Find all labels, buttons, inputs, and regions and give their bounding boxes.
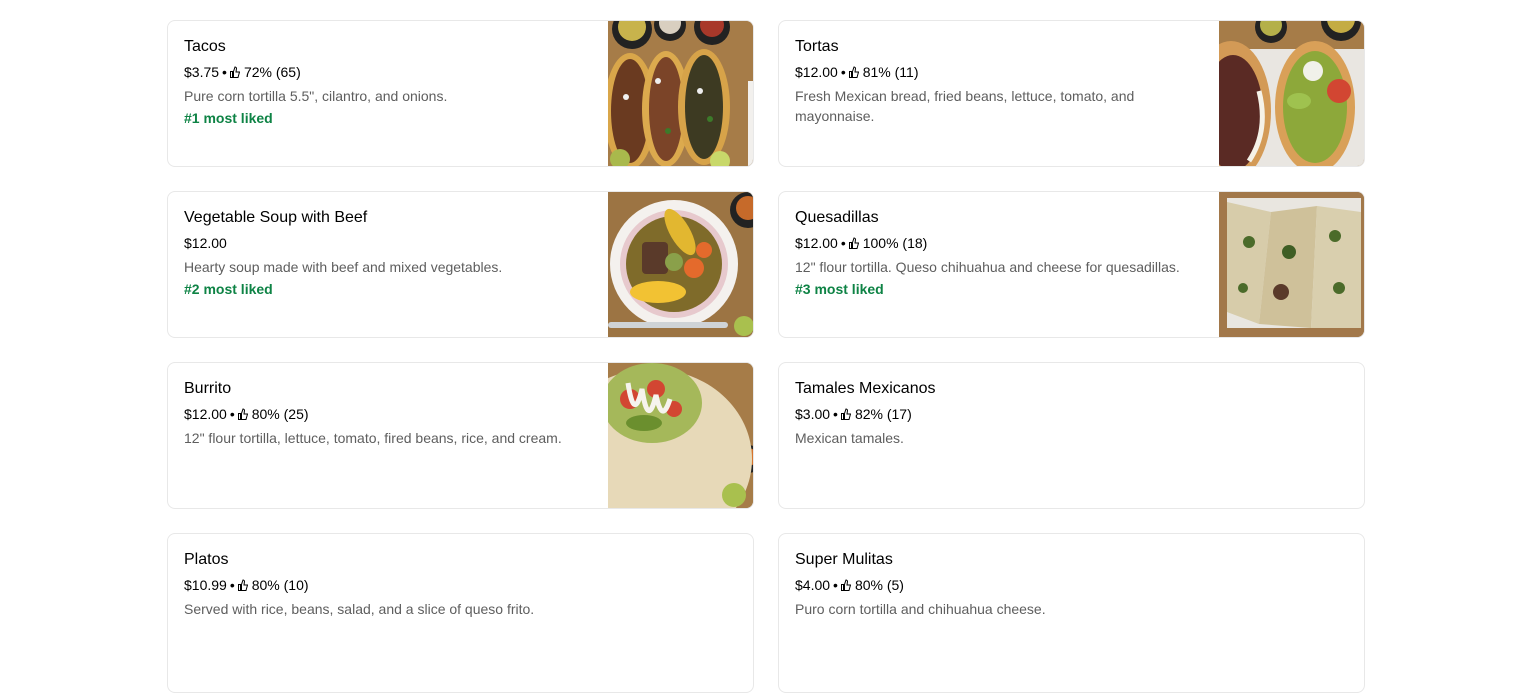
menu-item-meta: $3.75 • 72% (65) <box>184 63 592 81</box>
menu-item-photo <box>1219 192 1364 337</box>
menu-item-photo <box>608 192 753 337</box>
menu-item-description: Fresh Mexican bread, fried beans, lettuc… <box>795 88 1135 124</box>
most-liked-badge: #1 most liked <box>184 110 273 126</box>
menu-item-rating: 80% (5) <box>854 577 904 593</box>
menu-item-card[interactable]: Quesadillas $12.00 • 100% (18) 12" flour… <box>778 191 1365 338</box>
menu-item-meta: $12.00 <box>184 234 592 252</box>
menu-item-card[interactable]: Tacos $3.75 • 72% (65) Pure corn tortill… <box>167 20 754 167</box>
separator-dot: • <box>840 235 846 251</box>
menu-item-info: Tacos $3.75 • 72% (65) Pure corn tortill… <box>168 21 608 166</box>
separator-dot: • <box>840 64 846 80</box>
thumbs-up-icon <box>848 237 859 249</box>
menu-item-price: $10.99 <box>184 577 227 593</box>
menu-item-name: Platos <box>184 551 229 568</box>
menu-item-meta: $3.00 • 82% (17) <box>795 405 1348 423</box>
menu-item-info: Vegetable Soup with Beef $12.00 Hearty s… <box>168 192 608 337</box>
menu-item-description: Mexican tamales. <box>795 430 904 446</box>
menu-item-price: $4.00 <box>795 577 831 593</box>
menu-item-meta: $12.00 • 100% (18) <box>795 234 1203 252</box>
menu-item-rating: 81% (11) <box>862 64 919 80</box>
menu-item-info: Platos $10.99 • 80% (10) Served with ric… <box>168 534 753 692</box>
menu-item-card[interactable]: Vegetable Soup with Beef $12.00 Hearty s… <box>167 191 754 338</box>
menu-item-name: Quesadillas <box>795 209 879 226</box>
thumbs-up-icon <box>840 579 851 591</box>
menu-item-price: $12.00 <box>795 235 838 251</box>
menu-item-rating: 80% (10) <box>251 577 309 593</box>
menu-item-name: Tamales Mexicanos <box>795 380 936 397</box>
menu-item-description: 12" flour tortilla. Queso chihuahua and … <box>795 259 1180 275</box>
menu-item-name: Super Mulitas <box>795 551 893 568</box>
menu-item-info: Burrito $12.00 • 80% (25) 12" flour tort… <box>168 363 608 508</box>
menu-item-meta: $12.00 • 81% (11) <box>795 63 1203 81</box>
separator-dot: • <box>833 577 838 593</box>
menu-item-description: Puro corn tortilla and chihuahua cheese. <box>795 601 1046 617</box>
menu-item-info: Tamales Mexicanos $3.00 • 82% (17) Mexic… <box>779 363 1364 508</box>
menu-item-description: Served with rice, beans, salad, and a sl… <box>184 601 535 617</box>
separator-dot: • <box>229 406 235 422</box>
menu-item-description: Hearty soup made with beef and mixed veg… <box>184 259 503 275</box>
menu-item-name: Tortas <box>795 38 839 55</box>
menu-item-card[interactable]: Burrito $12.00 • 80% (25) 12" flour tort… <box>167 362 754 509</box>
menu-item-name: Vegetable Soup with Beef <box>184 209 368 226</box>
menu-item-description: Pure corn tortilla 5.5", cilantro, and o… <box>184 88 448 104</box>
menu-item-info: Super Mulitas $4.00 • 80% (5) Puro corn … <box>779 534 1364 692</box>
menu-item-photo <box>1219 21 1364 166</box>
menu-item-price: $3.75 <box>184 64 220 80</box>
menu-grid: Tacos $3.75 • 72% (65) Pure corn tortill… <box>167 20 1365 693</box>
menu-item-name: Tacos <box>184 38 226 55</box>
menu-item-info: Tortas $12.00 • 81% (11) Fresh Mexican b… <box>779 21 1219 166</box>
separator-dot: • <box>222 64 227 80</box>
menu-item-photo <box>608 21 753 166</box>
menu-item-rating: 72% (65) <box>243 64 301 80</box>
menu-item-meta: $12.00 • 80% (25) <box>184 405 592 423</box>
menu-item-card[interactable]: Tamales Mexicanos $3.00 • 82% (17) Mexic… <box>778 362 1365 509</box>
separator-dot: • <box>833 406 838 422</box>
most-liked-badge: #3 most liked <box>795 281 884 297</box>
menu-item-price: $12.00 <box>795 64 838 80</box>
thumbs-up-icon <box>237 579 248 591</box>
menu-item-meta: $4.00 • 80% (5) <box>795 576 1348 594</box>
menu-item-rating: 100% (18) <box>862 235 928 251</box>
menu-item-price: $12.00 <box>184 406 227 422</box>
separator-dot: • <box>229 577 235 593</box>
thumbs-up-icon <box>229 66 240 78</box>
menu-item-name: Burrito <box>184 380 232 397</box>
menu-item-photo <box>608 363 753 508</box>
most-liked-badge: #2 most liked <box>184 281 273 297</box>
menu-item-card[interactable]: Platos $10.99 • 80% (10) Served with ric… <box>167 533 754 693</box>
thumbs-up-icon <box>237 408 248 420</box>
menu-item-card[interactable]: Tortas $12.00 • 81% (11) Fresh Mexican b… <box>778 20 1365 167</box>
menu-item-price: $3.00 <box>795 406 831 422</box>
menu-item-rating: 82% (17) <box>854 406 912 422</box>
menu-item-description: 12" flour tortilla, lettuce, tomato, fir… <box>184 430 562 446</box>
menu-item-price: $12.00 <box>184 235 227 251</box>
menu-item-meta: $10.99 • 80% (10) <box>184 576 737 594</box>
thumbs-up-icon <box>840 408 851 420</box>
menu-item-card[interactable]: Super Mulitas $4.00 • 80% (5) Puro corn … <box>778 533 1365 693</box>
thumbs-up-icon <box>848 66 859 78</box>
menu-item-info: Quesadillas $12.00 • 100% (18) 12" flour… <box>779 192 1219 337</box>
menu-item-rating: 80% (25) <box>251 406 309 422</box>
